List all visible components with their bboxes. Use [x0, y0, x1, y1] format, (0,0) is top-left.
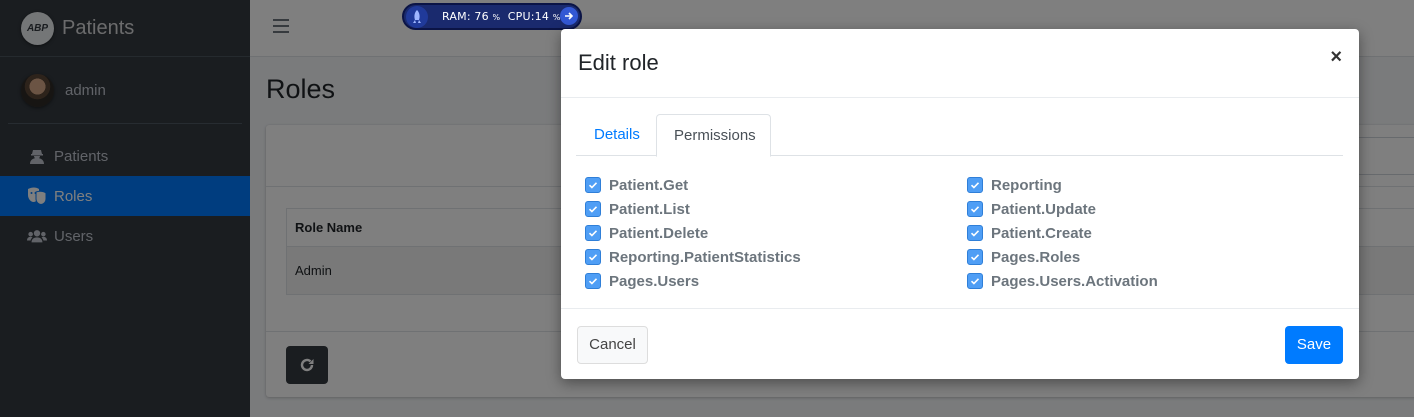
permission-reporting[interactable]: Reporting [967, 175, 1062, 195]
resource-monitor[interactable]: RAM: 76 % CPU:14 % [402, 3, 582, 30]
permission-patient-list[interactable]: Patient.List [585, 199, 690, 219]
modal-footer: Cancel Save [561, 308, 1359, 379]
checkbox-checked[interactable] [967, 273, 983, 289]
permission-label: Reporting [991, 176, 1062, 194]
tab-details[interactable]: Details [577, 114, 657, 156]
permission-label: Patient.Create [991, 224, 1092, 242]
checkbox-checked[interactable] [967, 177, 983, 193]
modal-header: Edit role × [561, 29, 1359, 98]
rocket-icon [406, 5, 428, 28]
permission-label: Pages.Roles [991, 248, 1081, 266]
checkbox-checked[interactable] [967, 201, 983, 217]
save-button[interactable]: Save [1285, 326, 1343, 364]
checkbox-checked[interactable] [585, 273, 601, 289]
ram-label: RAM: 76 [442, 10, 489, 23]
permission-label: Patient.Delete [609, 224, 709, 242]
permission-pages-roles[interactable]: Pages.Roles [967, 247, 1080, 267]
permission-pages-users[interactable]: Pages.Users [585, 271, 699, 291]
edit-role-modal: Edit role × Details Permissions Patient.… [561, 29, 1359, 379]
tab-permissions[interactable]: Permissions [656, 114, 771, 157]
ram-unit: % [492, 13, 501, 22]
checkbox-checked[interactable] [585, 177, 601, 193]
cancel-button[interactable]: Cancel [577, 326, 648, 364]
checkbox-checked[interactable] [585, 201, 601, 217]
permission-patient-create[interactable]: Patient.Create [967, 223, 1092, 243]
permission-label: Patient.Update [991, 200, 1097, 218]
checkbox-checked[interactable] [585, 225, 601, 241]
permission-patient-delete[interactable]: Patient.Delete [585, 223, 708, 243]
modal-title: Edit role [578, 50, 659, 75]
permission-patient-get[interactable]: Patient.Get [585, 175, 688, 195]
permission-label: Pages.Users.Activation [991, 272, 1158, 290]
permission-label: Pages.Users [609, 272, 700, 290]
checkbox-checked[interactable] [585, 249, 601, 265]
permission-pages-users-activation[interactable]: Pages.Users.Activation [967, 271, 1158, 291]
modal-tabs: Details Permissions [576, 114, 1343, 157]
permission-label: Reporting.PatientStatistics [609, 248, 801, 266]
close-icon[interactable]: × [1330, 47, 1342, 67]
permission-patient-update[interactable]: Patient.Update [967, 199, 1096, 219]
permission-reporting-patient-statistics[interactable]: Reporting.PatientStatistics [585, 247, 801, 267]
cpu-label: CPU:14 [507, 10, 550, 23]
permission-label: Patient.List [609, 200, 690, 218]
permission-label: Patient.Get [609, 176, 689, 194]
arrow-right-icon[interactable] [560, 7, 578, 25]
checkbox-checked[interactable] [967, 249, 983, 265]
checkbox-checked[interactable] [967, 225, 983, 241]
resource-monitor-text: RAM: 76 % CPU:14 % [442, 10, 561, 23]
